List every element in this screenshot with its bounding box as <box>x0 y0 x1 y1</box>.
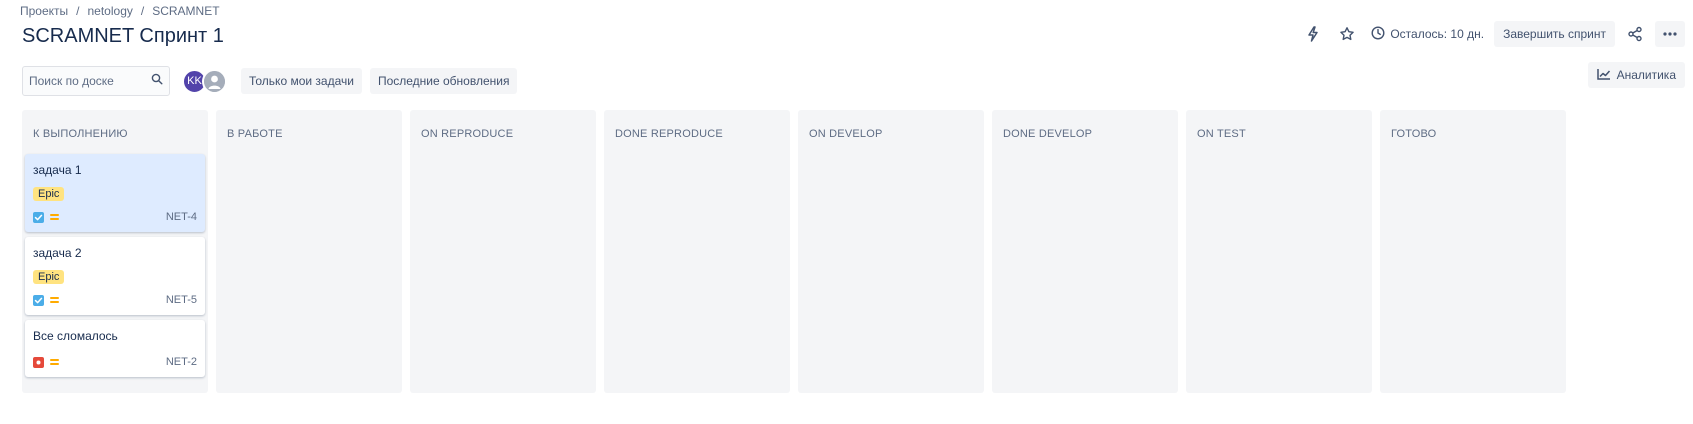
board-column-done: ГОТОВО <box>1380 110 1566 393</box>
default-avatar-icon[interactable] <box>202 68 227 94</box>
issue-card[interactable]: Все сломалось NET-2 <box>25 320 205 377</box>
star-icon[interactable] <box>1333 21 1361 47</box>
column-header: В РАБОТЕ <box>227 128 283 140</box>
more-icon[interactable] <box>1655 21 1685 47</box>
clock-icon <box>1371 25 1385 43</box>
issue-key[interactable]: NET-2 <box>166 356 197 368</box>
only-my-issues-button[interactable]: Только мои задачи <box>241 68 362 94</box>
breadcrumb-separator: / <box>140 4 145 18</box>
issue-card[interactable]: задача 2 Epic NET-5 <box>25 237 205 315</box>
board-column-todo: К ВЫПОЛНЕНИЮ задача 1 Epic NET-4 задача … <box>22 110 208 393</box>
column-header: DONE DEVELOP <box>1003 128 1093 140</box>
search-input[interactable] <box>29 74 139 88</box>
breadcrumb-item-netology[interactable]: netology <box>88 4 133 18</box>
breadcrumb-separator: / <box>76 4 80 18</box>
board-column-on-develop: ON DEVELOP <box>798 110 984 393</box>
board-column-done-develop: DONE DEVELOP <box>992 110 1178 393</box>
column-header: ГОТОВО <box>1391 128 1437 140</box>
issue-key[interactable]: NET-5 <box>166 294 197 306</box>
card-title: задача 1 <box>33 163 82 177</box>
bug-icon <box>33 356 44 368</box>
priority-medium-icon <box>50 214 59 220</box>
breadcrumb-item-projects[interactable]: Проекты <box>20 4 68 18</box>
board-column-on-reproduce: ON REPRODUCE <box>410 110 596 393</box>
column-header: ON DEVELOP <box>809 128 883 140</box>
board-column-in-progress: В РАБОТЕ <box>216 110 402 393</box>
chart-icon <box>1596 68 1611 83</box>
column-header: ON REPRODUCE <box>421 128 514 140</box>
time-remaining: Осталось: 10 дн. <box>1367 25 1488 43</box>
priority-medium-icon <box>50 359 59 365</box>
time-remaining-text: Осталось: 10 дн. <box>1390 27 1485 41</box>
share-icon[interactable] <box>1621 21 1649 47</box>
page-title: SCRAMNET Спринт 1 <box>22 25 224 47</box>
task-checkbox-icon <box>33 294 44 306</box>
card-footer: NET-4 <box>33 210 197 224</box>
issue-key[interactable]: NET-4 <box>166 211 197 223</box>
epic-label: Epic <box>33 270 65 284</box>
sprint-board: К ВЫПОЛНЕНИЮ задача 1 Epic NET-4 задача … <box>22 110 1566 393</box>
analytics-button[interactable]: Аналитика <box>1587 62 1685 88</box>
card-title: задача 2 <box>33 246 82 260</box>
card-footer: NET-2 <box>33 355 197 369</box>
board-toolbar: KK Только мои задачи Последние обновлени… <box>22 66 518 96</box>
lightning-icon[interactable] <box>1299 21 1327 47</box>
header-actions: Осталось: 10 дн. Завершить спринт <box>1299 21 1685 47</box>
breadcrumb: Проекты / netology / SCRAMNET <box>20 4 220 18</box>
board-column-done-reproduce: DONE REPRODUCE <box>604 110 790 393</box>
priority-medium-icon <box>50 297 59 303</box>
avatar-group: KK <box>182 68 227 94</box>
column-header: ON TEST <box>1197 128 1246 140</box>
card-footer: NET-5 <box>33 293 197 307</box>
board-column-on-test: ON TEST <box>1186 110 1372 393</box>
column-header: К ВЫПОЛНЕНИЮ <box>33 128 128 140</box>
card-title: Все сломалось <box>33 329 118 343</box>
task-checkbox-icon <box>33 211 44 223</box>
issue-card[interactable]: задача 1 Epic NET-4 <box>25 154 205 232</box>
recent-updates-button[interactable]: Последние обновления <box>369 68 518 94</box>
breadcrumb-item-scramnet[interactable]: SCRAMNET <box>152 4 219 18</box>
board-search[interactable] <box>22 66 170 96</box>
complete-sprint-button[interactable]: Завершить спринт <box>1494 21 1615 47</box>
analytics-label: Аналитика <box>1616 68 1676 82</box>
search-icon <box>151 72 163 90</box>
column-header: DONE REPRODUCE <box>615 128 723 140</box>
epic-label: Epic <box>33 187 65 201</box>
